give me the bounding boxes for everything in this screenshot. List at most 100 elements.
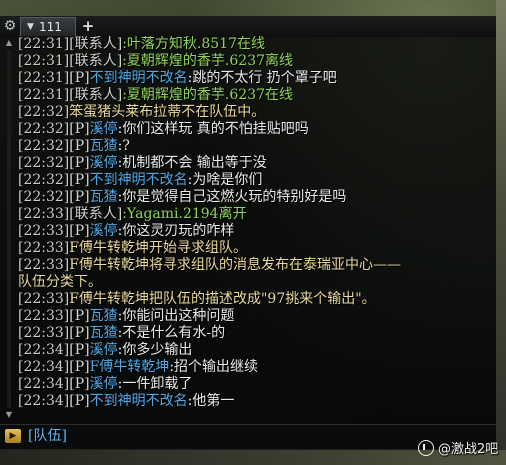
chat-line: [22:31][联系人]:叶落方知秋.8517在线	[18, 36, 492, 53]
weibo-logo-icon	[418, 440, 434, 456]
chat-timestamp: [22:34]	[18, 393, 70, 409]
chat-message-text: :?	[117, 138, 130, 154]
chat-line: [22:32][P]溪停:机制都不会 输出等于没	[18, 155, 492, 172]
scrollbar-track[interactable]	[7, 50, 11, 408]
chat-timestamp: [22:34]	[18, 342, 70, 358]
chat-channel-tag: [P]	[69, 138, 90, 154]
chat-player-name[interactable]: 溪停	[90, 155, 118, 171]
chat-lines: [22:31][联系人]:叶落方知秋.8517在线 [22:31][联系人]:夏朝…	[18, 36, 492, 410]
chat-timestamp: [22:32]	[18, 172, 70, 188]
chat-player-name[interactable]: 瓦猹	[90, 189, 118, 205]
chat-input-channel[interactable]: [队伍]	[28, 427, 67, 445]
chat-player-name[interactable]: 溪停	[90, 121, 118, 137]
chat-channel-tag: [P]	[69, 189, 90, 205]
chat-player-name[interactable]: :叶落方知秋.8517	[122, 36, 237, 52]
chat-player-name[interactable]: 瓦猹	[90, 138, 118, 154]
chat-timestamp: [22:34]	[18, 376, 70, 392]
chat-timestamp: [22:33]	[18, 308, 70, 324]
chat-player-name[interactable]: :夏朝辉煌的香芋.6237	[122, 53, 265, 69]
chat-channel-tag: [联系人]	[69, 87, 123, 103]
chat-message-text: :你是觉得自己这燃火玩的特别好是吗	[117, 189, 347, 205]
caret-down-icon[interactable]: ▼	[27, 18, 34, 36]
chat-player-name[interactable]: :Yagami.2194	[122, 206, 218, 222]
arrow-down-icon[interactable]: ▼	[3, 410, 15, 420]
arrow-up-icon[interactable]: ▲	[3, 38, 15, 48]
chat-player-name[interactable]: 瓦猹	[90, 325, 118, 341]
game-world-edge	[496, 0, 506, 465]
chat-message-text: :你多少输出	[117, 342, 193, 358]
chat-line: [22:33][联系人]:Yagami.2194离开	[18, 206, 492, 223]
chat-message-text: :一件卸载了	[117, 376, 193, 392]
chat-scrollbar[interactable]: ▲ ▼	[3, 38, 15, 422]
chat-line: [22:31][P]不到神明不改名:跳的不太行 扔个罩子吧	[18, 70, 492, 87]
chat-message-text: :招个输出继续	[169, 359, 259, 375]
chat-line: [22:32][P]瓦猹:你是觉得自己这燃火玩的特别好是吗	[18, 189, 492, 206]
chat-line: [22:32]笨蛋猪头莱布拉蒂不在队伍中。	[18, 104, 492, 121]
chat-message-text: 在线	[265, 87, 294, 103]
chat-player-name[interactable]: 溪停	[90, 342, 118, 358]
chat-timestamp: [22:32]	[18, 104, 70, 120]
chat-message-text: :你这灵刃玩的咋样	[117, 223, 235, 239]
chat-system-message: F傅牛转乾坤把队伍的描述改成"97挑来个输出"。	[69, 291, 376, 307]
chat-channel-tag: [P]	[69, 308, 90, 324]
chat-channel-tag: [P]	[69, 342, 90, 358]
chat-line: [22:33]F傅牛转乾坤开始寻求组队。	[18, 240, 492, 257]
chat-log[interactable]: [22:31][联系人]:叶落方知秋.8517在线 [22:31][联系人]:夏朝…	[0, 36, 496, 424]
chat-message-text: 离线	[265, 53, 294, 69]
chat-player-name[interactable]: F傅牛转乾坤	[90, 359, 170, 375]
chat-line: [22:34][P]溪停:一件卸载了	[18, 376, 492, 393]
chat-timestamp: [22:33]	[18, 257, 70, 273]
chat-line: [22:34][P]溪停:你多少输出	[18, 342, 492, 359]
chat-line: [22:33]F傅牛转乾坤将寻求组队的消息发布在泰瑞亚中心——	[18, 257, 492, 274]
chat-player-name[interactable]: 不到神明不改名	[90, 172, 188, 188]
triangle-right-icon[interactable]: ▶	[5, 429, 21, 443]
plus-icon[interactable]: +	[80, 17, 96, 36]
watermark: @激战2吧	[418, 440, 498, 460]
chat-message-text: 在线	[237, 36, 266, 52]
chat-line: [22:31][联系人]:夏朝辉煌的香芋.6237在线	[18, 87, 492, 104]
chat-player-name[interactable]: 不到神明不改名	[90, 70, 188, 86]
chat-line: [22:32][P]溪停:你们这样玩 真的不怕挂贴吧吗	[18, 121, 492, 138]
gear-icon[interactable]: ⚙	[2, 17, 18, 35]
chat-channel-tag: [联系人]	[69, 53, 123, 69]
chat-channel-tag: [P]	[69, 325, 90, 341]
chat-channel-tag: [P]	[69, 155, 90, 171]
chat-system-message: 笨蛋猪头莱布拉蒂不在队伍中。	[69, 104, 266, 120]
chat-channel-tag: [P]	[69, 70, 90, 86]
chat-timestamp: [22:32]	[18, 121, 70, 137]
chat-player-name[interactable]: 瓦猹	[90, 308, 118, 324]
chat-timestamp: [22:31]	[18, 36, 70, 52]
chat-channel-tag: [联系人]	[69, 36, 123, 52]
chat-player-name[interactable]: 溪停	[90, 223, 118, 239]
chat-tab-label: 111	[39, 20, 62, 34]
chat-channel-tag: [P]	[69, 121, 90, 137]
chat-message-text: :为啥是你们	[187, 172, 263, 188]
chat-line: [22:31][联系人]:夏朝辉煌的香芋.6237离线	[18, 53, 492, 70]
chat-timestamp: [22:31]	[18, 70, 70, 86]
chat-timestamp: [22:34]	[18, 359, 70, 375]
chat-system-message: 队伍分类下。	[18, 274, 102, 290]
chat-timestamp: [22:33]	[18, 240, 70, 256]
chat-channel-tag: [P]	[69, 393, 90, 409]
chat-message-text: :不是什么有水-的	[117, 325, 226, 341]
chat-player-name[interactable]: :夏朝辉煌的香芋.6237	[122, 87, 265, 103]
chat-message-text: :机制都不会 输出等于没	[117, 155, 267, 171]
chat-timestamp: [22:32]	[18, 138, 70, 154]
chat-line: [22:34][P]不到神明不改名:他第一	[18, 393, 492, 410]
chat-player-name[interactable]: 不到神明不改名	[90, 393, 188, 409]
chat-line: [22:33][P]溪停:你这灵刃玩的咋样	[18, 223, 492, 240]
chat-line: 队伍分类下。	[18, 274, 492, 291]
chat-line: [22:33][P]瓦猹:你能问出这种问题	[18, 308, 492, 325]
chat-message-text: :你们这样玩 真的不怕挂贴吧吗	[117, 121, 309, 137]
chat-channel-tag: [P]	[69, 223, 90, 239]
chat-system-message: F傅牛转乾坤将寻求组队的消息发布在泰瑞亚中心——	[69, 257, 401, 273]
chat-tab[interactable]: ▼ 111	[20, 17, 76, 36]
chat-timestamp: [22:33]	[18, 291, 70, 307]
chat-system-message: F傅牛转乾坤开始寻求组队。	[69, 240, 247, 256]
chat-timestamp: [22:33]	[18, 223, 70, 239]
chat-timestamp: [22:32]	[18, 189, 70, 205]
chat-player-name[interactable]: 溪停	[90, 376, 118, 392]
chat-line: [22:33][P]瓦猹:不是什么有水-的	[18, 325, 492, 342]
chat-message-text: :跳的不太行 扔个罩子吧	[187, 70, 337, 86]
chat-line: [22:33]F傅牛转乾坤把队伍的描述改成"97挑来个输出"。	[18, 291, 492, 308]
